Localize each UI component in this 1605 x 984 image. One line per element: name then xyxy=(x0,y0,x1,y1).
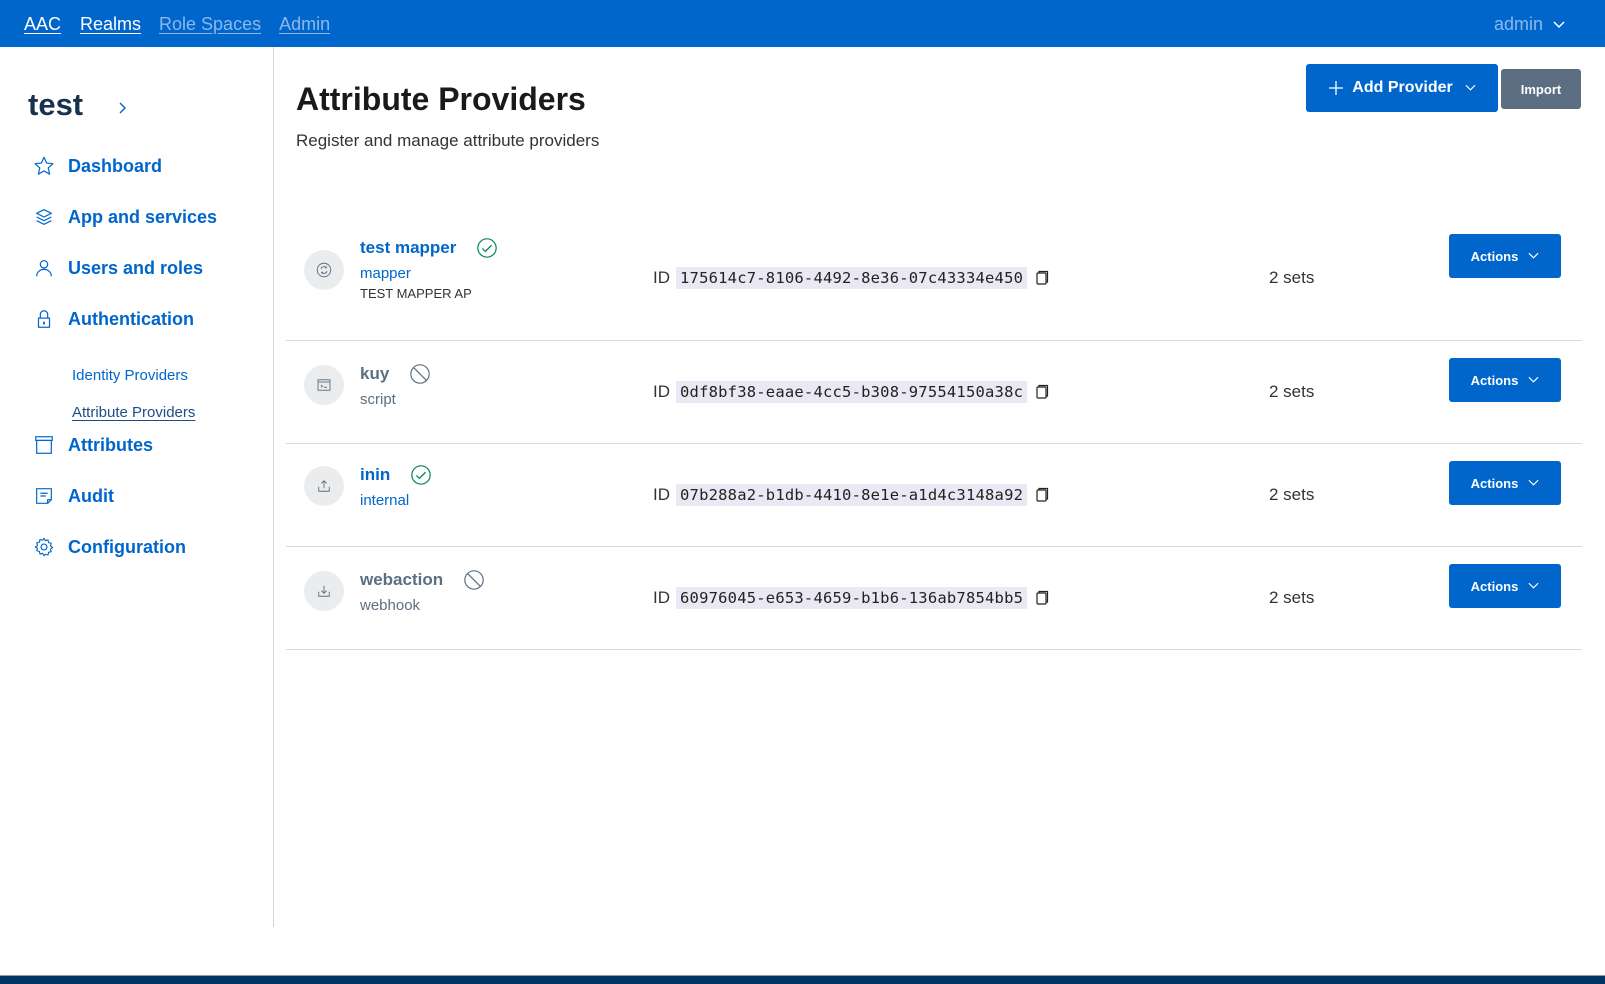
mapper-icon xyxy=(304,250,344,290)
actions-button[interactable]: Actions xyxy=(1449,461,1561,505)
sidebar-subitem-identity-providers[interactable]: Identity Providers xyxy=(72,367,188,384)
nav-role-spaces[interactable]: Role Spaces xyxy=(159,14,261,35)
upload-icon xyxy=(304,466,344,506)
import-button[interactable]: Import xyxy=(1501,69,1581,109)
realm-name: test xyxy=(28,87,84,122)
chevron-down-icon xyxy=(1528,479,1539,486)
provider-sets: 2 sets xyxy=(1269,588,1315,607)
check-circle-icon xyxy=(477,238,498,258)
archive-icon xyxy=(33,434,55,456)
copy-icon[interactable] xyxy=(1035,487,1049,503)
provider-type: internal xyxy=(360,492,410,509)
plus-icon xyxy=(1329,81,1344,95)
sidebar-subitem-attribute-providers[interactable]: Attribute Providers xyxy=(72,404,195,421)
actions-label: Actions xyxy=(1470,372,1519,388)
sidebar-item-label: Dashboard xyxy=(68,155,163,176)
id-label: ID xyxy=(653,268,670,287)
actions-label: Actions xyxy=(1470,578,1519,594)
add-provider-label: Add Provider xyxy=(1352,79,1453,96)
id-label: ID xyxy=(653,588,670,607)
user-name: admin xyxy=(1493,14,1543,34)
sidebar-item-label: Authentication xyxy=(68,308,194,329)
provider-name-link[interactable]: webaction xyxy=(360,570,443,590)
header-nav: Realms Role Spaces Admin xyxy=(80,14,330,35)
brand-link[interactable]: AAC xyxy=(24,14,61,35)
chevron-down-icon xyxy=(1553,20,1565,28)
note-icon xyxy=(33,485,55,507)
provider-name-link[interactable]: inin xyxy=(360,465,390,485)
add-provider-button[interactable]: Add Provider xyxy=(1306,64,1498,112)
ban-icon xyxy=(464,570,484,590)
top-navbar: AAC Realms Role Spaces Admin admin xyxy=(0,0,1605,47)
sidebar-item-label: Configuration xyxy=(68,536,186,557)
sidebar-item-users-and-roles[interactable]: Users and roles xyxy=(33,257,203,279)
copy-icon[interactable] xyxy=(1035,590,1049,606)
provider-id-value: 175614c7-8106-4492-8e36-07c43334e450 xyxy=(676,267,1028,289)
provider-id: ID 0df8bf38-eaae-4cc5-b308-97554150a38c xyxy=(653,381,1049,403)
actions-label: Actions xyxy=(1470,248,1519,264)
actions-label: Actions xyxy=(1470,475,1519,491)
nav-realms[interactable]: Realms xyxy=(80,14,141,35)
sidebar-item-audit[interactable]: Audit xyxy=(33,485,114,507)
provider-name-link[interactable]: kuy xyxy=(360,364,389,384)
provider-id-value: 07b288a2-b1db-4410-8e1e-a1d4c3148a92 xyxy=(676,484,1028,506)
provider-row: inin internal ID 07b288a2-b1db-4410-8e1e… xyxy=(286,444,1582,547)
provider-name-link[interactable]: test mapper xyxy=(360,238,456,258)
provider-id: ID 175614c7-8106-4492-8e36-07c43334e450 xyxy=(653,267,1049,289)
actions-button[interactable]: Actions xyxy=(1449,564,1561,608)
user-icon xyxy=(33,257,55,279)
sidebar-item-label: Audit xyxy=(68,485,114,506)
provider-id-value: 0df8bf38-eaae-4cc5-b308-97554150a38c xyxy=(676,381,1028,403)
id-label: ID xyxy=(653,485,670,504)
provider-id-value: 60976045-e653-4659-b1b6-136ab7854bb5 xyxy=(676,587,1028,609)
sidebar-item-attributes[interactable]: Attributes xyxy=(33,434,153,456)
provider-sets: 2 sets xyxy=(1269,382,1315,401)
sidebar-item-label: App and services xyxy=(68,206,218,227)
copy-icon[interactable] xyxy=(1035,270,1049,286)
sidebar-item-app-and-services[interactable]: App and services xyxy=(33,206,217,228)
provider-sets: 2 sets xyxy=(1269,485,1315,504)
footer-bar xyxy=(0,975,1605,984)
chevron-right-icon xyxy=(119,102,126,114)
realm-selector[interactable]: test xyxy=(28,87,126,123)
provider-id: ID 07b288a2-b1db-4410-8e1e-a1d4c3148a92 xyxy=(653,484,1049,506)
sidebar-item-label: Users and roles xyxy=(68,257,204,278)
provider-id: ID 60976045-e653-4659-b1b6-136ab7854bb5 xyxy=(653,587,1049,609)
page-subtitle: Register and manage attribute providers xyxy=(296,131,600,150)
chevron-down-icon xyxy=(1465,84,1476,91)
provider-type: webhook xyxy=(360,597,421,614)
sidebar-item-dashboard[interactable]: Dashboard xyxy=(33,155,162,177)
script-icon xyxy=(304,365,344,405)
gear-icon xyxy=(33,536,55,558)
star-icon xyxy=(33,155,55,177)
provider-row: webaction webhook ID 60976045-e653-4659-… xyxy=(286,547,1582,650)
actions-button[interactable]: Actions xyxy=(1449,358,1561,402)
page-title: Attribute Providers xyxy=(296,81,586,117)
chevron-down-icon xyxy=(1528,582,1539,589)
ban-icon xyxy=(410,364,431,384)
provider-row: test mapper mapper TEST MAPPER AP ID 175… xyxy=(286,217,1582,341)
chevron-down-icon xyxy=(1528,252,1539,259)
provider-row: kuy script ID 0df8bf38-eaae-4cc5-b308-97… xyxy=(286,341,1582,444)
user-menu[interactable]: admin xyxy=(1494,14,1565,35)
chevron-down-icon xyxy=(1528,376,1539,383)
sidebar-item-configuration[interactable]: Configuration xyxy=(33,536,186,558)
layers-icon xyxy=(33,206,55,228)
download-icon xyxy=(304,571,344,611)
actions-button[interactable]: Actions xyxy=(1449,234,1561,278)
id-label: ID xyxy=(653,382,670,401)
provider-list: test mapper mapper TEST MAPPER AP ID 175… xyxy=(286,217,1582,650)
sidebar-item-authentication[interactable]: Authentication xyxy=(33,308,194,330)
sidebar: test Dashboard App and services Users an… xyxy=(0,47,274,927)
copy-icon[interactable] xyxy=(1035,384,1049,400)
sidebar-item-label: Attributes xyxy=(68,434,153,455)
check-circle-icon xyxy=(411,465,431,485)
lock-icon xyxy=(33,308,55,330)
provider-type: mapper xyxy=(360,265,411,282)
nav-admin[interactable]: Admin xyxy=(279,14,330,35)
provider-description: TEST MAPPER AP xyxy=(360,286,472,301)
provider-type: script xyxy=(360,391,396,408)
provider-sets: 2 sets xyxy=(1269,268,1315,287)
